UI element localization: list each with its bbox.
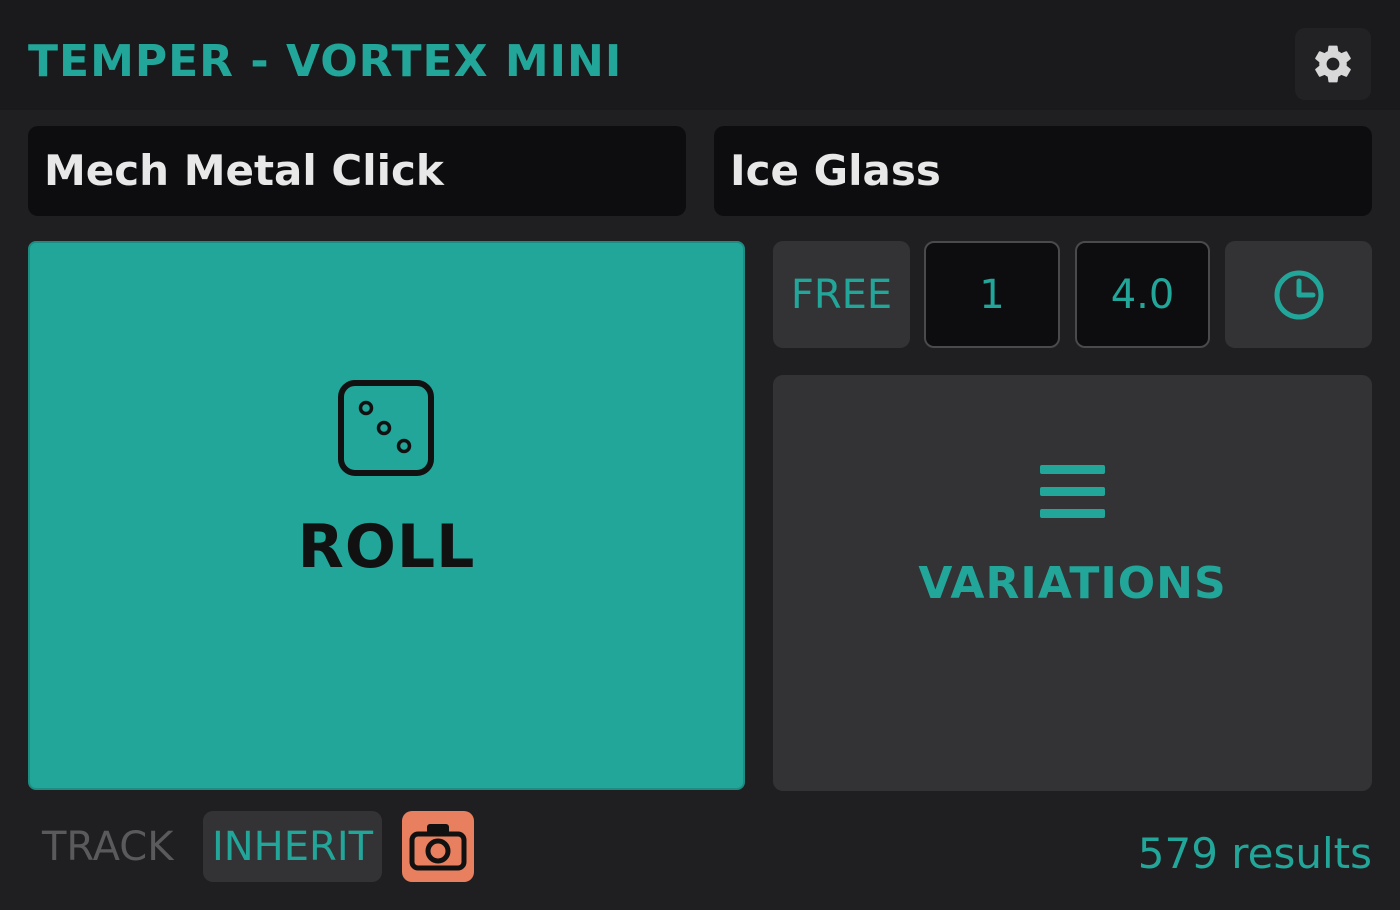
gear-icon	[1315, 45, 1351, 83]
inherit-label: INHERIT	[211, 823, 374, 870]
variations-label: VARIATIONS	[918, 558, 1227, 609]
value-field-1[interactable]: 1	[924, 241, 1060, 348]
camera-icon	[409, 823, 467, 870]
value-1-label: 1	[979, 271, 1005, 318]
snapshot-button[interactable]	[402, 811, 474, 882]
settings-button[interactable]	[1295, 28, 1371, 100]
clock-icon	[1274, 270, 1323, 319]
dice-icon	[338, 380, 434, 476]
sound-name-field-left[interactable]: Mech Metal Click	[28, 126, 686, 216]
roll-label: ROLL	[297, 512, 476, 582]
value-2-label: 4.0	[1110, 271, 1175, 318]
sync-mode-button[interactable]: FREE	[773, 241, 910, 348]
track-label: TRACK	[42, 824, 174, 870]
inherit-button[interactable]: INHERIT	[203, 811, 382, 882]
sound-name-field-right[interactable]: Ice Glass	[714, 126, 1372, 216]
clock-button[interactable]	[1225, 241, 1372, 348]
sync-mode-label: FREE	[790, 271, 893, 318]
app-title: TEMPER - VORTEX MINI	[28, 36, 623, 87]
header-bar: TEMPER - VORTEX MINI	[0, 0, 1400, 110]
plugin-window: TEMPER - VORTEX MINI Mech Metal Click Ic…	[0, 0, 1400, 910]
results-count: 579 results	[1137, 829, 1372, 878]
value-field-2[interactable]: 4.0	[1075, 241, 1210, 348]
menu-icon	[1040, 465, 1105, 518]
